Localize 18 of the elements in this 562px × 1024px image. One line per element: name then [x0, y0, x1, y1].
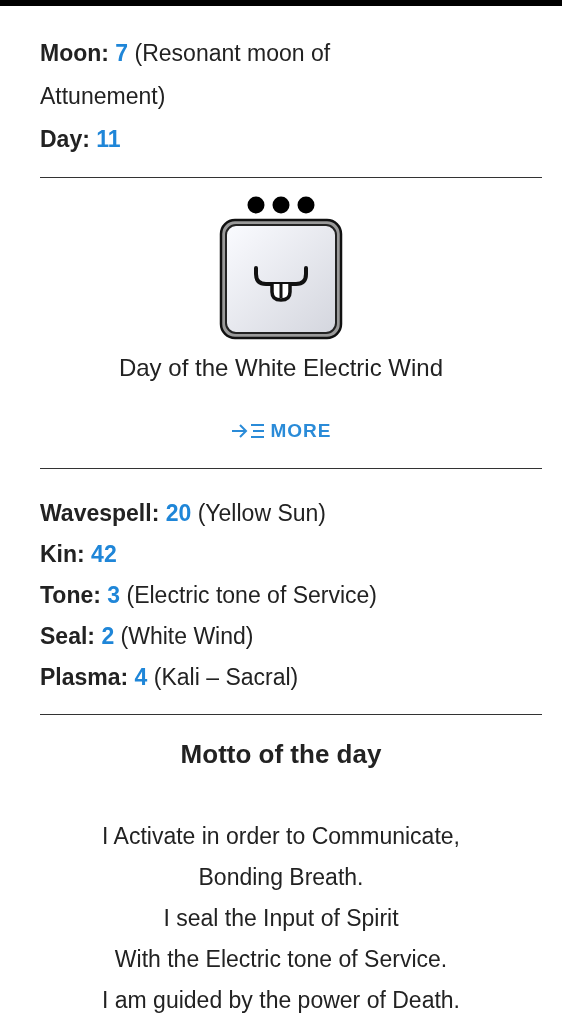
motto-line: I am guided by the power of Death.	[101, 986, 461, 1015]
motto-title: Motto of the day	[179, 739, 383, 770]
day-caption: Day of the White Electric Wind	[118, 354, 444, 382]
info-line: Day: 11	[40, 125, 122, 154]
arrow-list-icon	[230, 423, 267, 439]
info-line: Moon: 7 (Resonant moon of Attunement)	[40, 39, 332, 111]
wind-glyph-icon	[219, 218, 343, 340]
motto-line: Bonding Breath.	[197, 863, 365, 892]
motto-line: With the Electric tone of Service.	[113, 945, 449, 974]
dots-icon	[247, 196, 315, 214]
info-line: Seal: 2 (White Wind)	[40, 622, 255, 651]
info-line: Kin: 42	[40, 540, 118, 569]
info-line: Tone: 3 (Electric tone of Service)	[40, 581, 378, 610]
motto-line: I Activate in order to Communicate,	[101, 822, 461, 851]
motto-line: I seal the Input of Spirit	[162, 904, 400, 933]
info-line: Wavespell: 20 (Yellow Sun)	[40, 499, 327, 528]
info-line: Plasma: 4 (Kali – Sacral)	[40, 663, 300, 692]
more-button[interactable]: MORE	[222, 416, 340, 446]
